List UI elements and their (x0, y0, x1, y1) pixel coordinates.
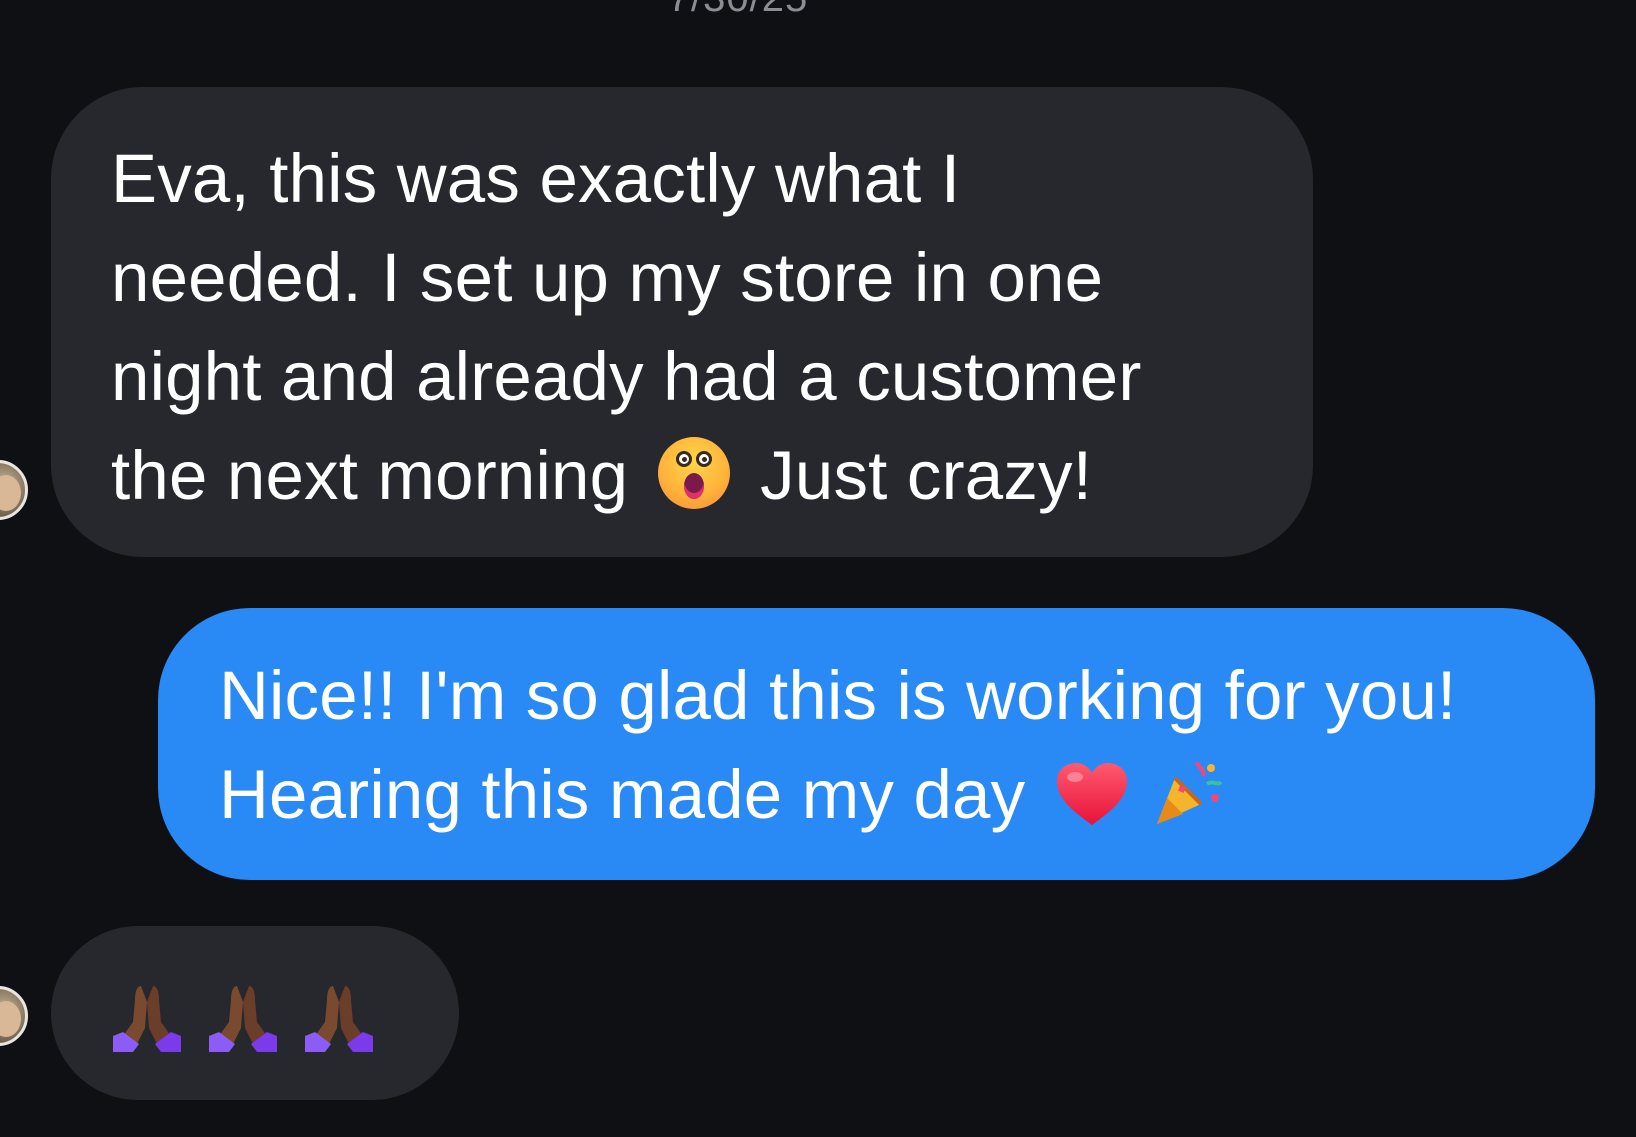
message-text-line-with-emoji: Hearing this made my day (219, 745, 1535, 844)
contact-avatar[interactable] (0, 460, 28, 520)
message-text-line-with-emoji: the next morning Just crazy! (111, 426, 1253, 525)
avatar-photo (0, 1001, 21, 1037)
red-heart-emoji-icon (1055, 761, 1129, 827)
folded-hands-emoji-icon (303, 978, 375, 1052)
outgoing-message-bubble[interactable]: Nice!! I'm so glad this is working for y… (158, 608, 1595, 880)
contact-avatar[interactable] (0, 986, 28, 1046)
message-text-segment: the next morning (111, 437, 629, 514)
message-text-segment: Just crazy! (760, 437, 1093, 514)
party-popper-emoji-icon (1153, 756, 1223, 828)
folded-hands-emoji-icon (207, 978, 279, 1052)
incoming-message-bubble[interactable]: Eva, this was exactly what I needed. I s… (51, 87, 1313, 557)
message-text-line: needed. I set up my store in one (111, 239, 1104, 316)
date-stamp: 7/30/25 (0, 0, 1476, 21)
message-text-line: Eva, this was exactly what I (111, 140, 961, 217)
astonished-face-emoji-icon (658, 436, 731, 509)
folded-hands-emoji-icon (111, 978, 183, 1052)
message-text-line: Nice!! I'm so glad this is working for y… (219, 657, 1457, 734)
avatar-photo (0, 475, 21, 511)
message-text-segment: Hearing this made my day (219, 756, 1026, 833)
message-text-line: night and already had a customer (111, 338, 1142, 415)
incoming-emoji-message-bubble[interactable] (51, 926, 459, 1100)
